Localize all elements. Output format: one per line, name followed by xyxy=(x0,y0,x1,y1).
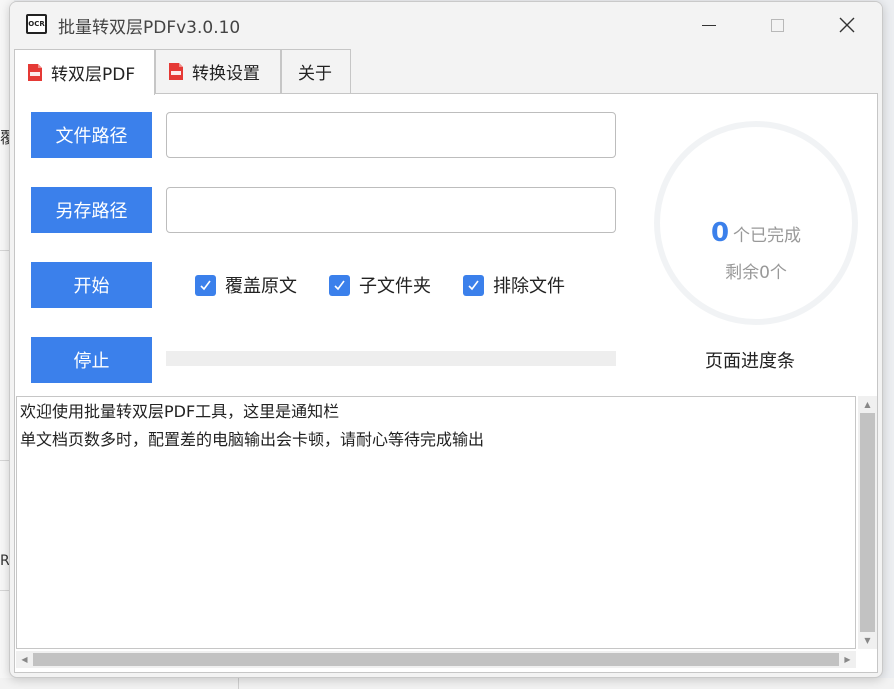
app-window: OCR 批量转双层PDFv3.0.10 转双层PDF 转换设置 关于 文件路径 … xyxy=(9,1,883,678)
exclude-files-checkbox[interactable]: 排除文件 xyxy=(463,272,565,298)
pdf-icon xyxy=(28,64,42,81)
completion-ring: 0 个已完成 剩余0个 xyxy=(651,118,861,328)
title-bar[interactable]: OCR 批量转双层PDFv3.0.10 xyxy=(10,2,882,47)
checkbox-label: 覆盖原文 xyxy=(225,276,297,297)
log-line: 欢迎使用批量转双层PDF工具，这里是通知栏 xyxy=(20,402,340,421)
close-button[interactable] xyxy=(824,10,870,40)
taskbar-strip xyxy=(0,678,894,689)
tab-convert-pdf[interactable]: 转双层PDF xyxy=(14,49,155,95)
save-path-button[interactable]: 另存路径 xyxy=(31,187,152,233)
horizontal-scrollbar[interactable]: ◀ ▶ xyxy=(16,651,856,668)
ocr-app-icon: OCR xyxy=(26,14,47,34)
overwrite-original-checkbox[interactable]: 覆盖原文 xyxy=(195,272,297,298)
scroll-right-icon[interactable]: ▶ xyxy=(839,651,856,668)
log-line: 单文档页数多时，配置差的电脑输出会卡顿，请耐心等待完成输出 xyxy=(20,430,485,449)
vertical-scroll-thumb[interactable] xyxy=(860,413,875,632)
completed-counter: 0 个已完成 xyxy=(651,218,861,248)
subfolder-checkbox[interactable]: 子文件夹 xyxy=(329,272,431,298)
tab-about[interactable]: 关于 xyxy=(281,49,351,93)
maximize-button[interactable] xyxy=(754,10,800,40)
convert-panel: 文件路径 另存路径 开始 覆盖原文 子文件夹 排除文件 停止 0 个已完成 剩余… xyxy=(14,93,878,673)
completed-count: 0 xyxy=(710,218,730,248)
notification-log[interactable]: 欢迎使用批量转双层PDF工具，这里是通知栏 单文档页数多时，配置差的电脑输出会卡… xyxy=(16,396,856,649)
maximize-icon xyxy=(770,18,784,32)
horizontal-scroll-thumb[interactable] xyxy=(33,653,839,666)
checkbox-checked-icon xyxy=(329,274,350,296)
tab-label: 转换设置 xyxy=(192,64,260,84)
scroll-down-icon[interactable]: ▼ xyxy=(858,632,877,649)
page-progress-bar xyxy=(166,351,616,366)
window-title: 批量转双层PDFv3.0.10 xyxy=(58,18,241,38)
scroll-left-icon[interactable]: ◀ xyxy=(16,651,33,668)
options-group: 覆盖原文 子文件夹 排除文件 xyxy=(195,272,597,298)
stop-button[interactable]: 停止 xyxy=(31,337,152,383)
file-path-button[interactable]: 文件路径 xyxy=(31,112,152,158)
tab-label: 转双层PDF xyxy=(51,65,136,85)
tab-label: 关于 xyxy=(298,64,332,84)
page-progress-label: 页面进度条 xyxy=(705,351,795,372)
scroll-up-icon[interactable]: ▲ xyxy=(858,396,877,413)
pdf-icon xyxy=(169,63,183,80)
checkbox-label: 排除文件 xyxy=(493,276,565,297)
file-path-input[interactable] xyxy=(166,112,616,158)
save-path-input[interactable] xyxy=(166,187,616,233)
remaining-text: 剩余0个 xyxy=(725,263,787,283)
checkbox-checked-icon xyxy=(463,274,484,296)
tab-convert-settings[interactable]: 转换设置 xyxy=(155,49,281,93)
completed-label: 个已完成 xyxy=(733,226,802,246)
checkbox-checked-icon xyxy=(195,274,216,296)
start-button[interactable]: 开始 xyxy=(31,262,152,308)
vertical-scrollbar[interactable]: ▲ ▼ xyxy=(858,396,877,649)
checkbox-label: 子文件夹 xyxy=(359,276,431,297)
minimize-button[interactable] xyxy=(686,10,732,40)
close-icon xyxy=(839,17,855,33)
minimize-icon xyxy=(702,24,716,26)
